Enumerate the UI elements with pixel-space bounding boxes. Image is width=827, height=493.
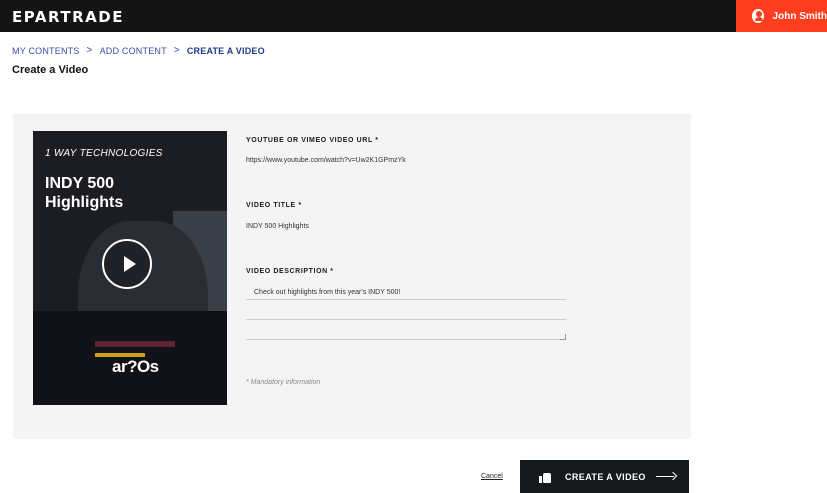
thumbnail-title: INDY 500 Highlights bbox=[45, 175, 124, 211]
breadcrumb-separator: > bbox=[86, 45, 93, 56]
page-title: Create a Video bbox=[12, 64, 89, 76]
description-field[interactable]: Check out highlights from this year's IN… bbox=[254, 289, 400, 296]
play-icon[interactable] bbox=[102, 239, 152, 289]
thumbnail-kicker: 1 WAY TECHNOLOGIES bbox=[45, 148, 163, 159]
breadcrumb-create-video: CREATE A VIDEO bbox=[186, 45, 265, 56]
create-video-label: CREATE A VIDEO bbox=[565, 471, 646, 482]
user-avatar-icon bbox=[752, 9, 764, 23]
url-label: YOUTUBE OR VIMEO VIDEO URL * bbox=[246, 137, 379, 144]
user-name: John Smith bbox=[772, 10, 827, 22]
url-field[interactable]: https://www.youtube.com/watch?v=Uw2K1GPm… bbox=[246, 157, 406, 164]
title-label: VIDEO TITLE * bbox=[246, 202, 302, 209]
thumbnail-stripe bbox=[95, 341, 175, 347]
breadcrumb: MY CONTENTS > ADD CONTENT > CREATE A VID… bbox=[12, 45, 265, 56]
epartrade-logo[interactable]: EPARTRADE bbox=[12, 8, 124, 26]
description-divider bbox=[246, 299, 566, 300]
description-label: VIDEO DESCRIPTION * bbox=[246, 268, 334, 275]
breadcrumb-separator: > bbox=[173, 45, 180, 56]
resize-handle-icon[interactable] bbox=[560, 334, 566, 340]
arrow-right-icon bbox=[655, 473, 676, 481]
breadcrumb-add-content[interactable]: ADD CONTENT bbox=[100, 46, 167, 56]
description-divider bbox=[246, 339, 566, 340]
mandatory-note: * Mandatory information bbox=[246, 379, 321, 386]
cancel-link[interactable]: Cancel bbox=[481, 473, 503, 480]
user-menu[interactable]: John Smith bbox=[736, 0, 827, 32]
video-thumbnail[interactable]: 1 WAY TECHNOLOGIES INDY 500 Highlights a… bbox=[33, 131, 227, 405]
description-divider bbox=[246, 319, 566, 320]
create-video-button[interactable]: CREATE A VIDEO bbox=[520, 460, 689, 493]
top-bar: EPARTRADE John Smith bbox=[0, 0, 827, 32]
breadcrumb-my-contents[interactable]: MY CONTENTS bbox=[12, 46, 80, 56]
title-field[interactable]: INDY 500 Highlights bbox=[246, 223, 309, 230]
thumbnail-brand: ar?Os bbox=[112, 357, 159, 376]
thumbs-up-icon bbox=[539, 471, 551, 483]
